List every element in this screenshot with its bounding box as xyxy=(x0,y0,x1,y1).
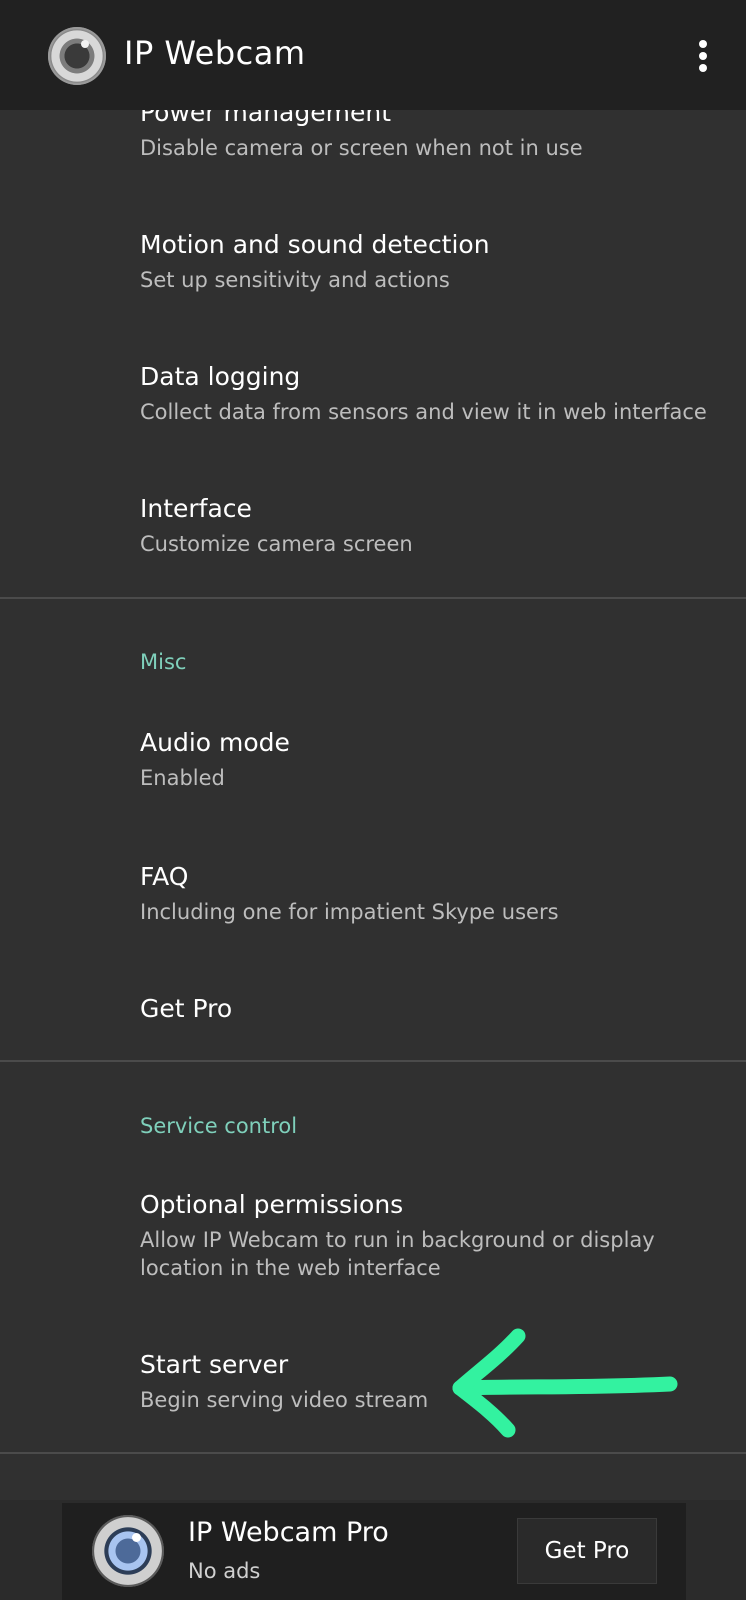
pref-title: Interface xyxy=(140,494,252,523)
ad-banner[interactable]: IP Webcam Pro No ads Get Pro xyxy=(62,1503,686,1600)
pref-audio-mode[interactable]: Audio mode Enabled xyxy=(0,718,746,818)
pref-title: Audio mode xyxy=(140,728,290,757)
pref-summary: Customize camera screen xyxy=(140,532,413,556)
section-divider xyxy=(0,597,746,599)
get-pro-button[interactable]: Get Pro xyxy=(517,1518,657,1584)
pref-summary: Set up sensitivity and actions xyxy=(140,268,450,292)
category-misc: Misc xyxy=(140,650,187,674)
pref-summary: Including one for impatient Skype users xyxy=(140,900,559,924)
pref-summary: Allow IP Webcam to run in background or … xyxy=(140,1228,655,1280)
app-title: IP Webcam xyxy=(124,34,306,72)
app-toolbar: IP Webcam xyxy=(0,0,746,110)
ad-title: IP Webcam Pro xyxy=(188,1517,389,1548)
pref-summary: Collect data from sensors and view it in… xyxy=(140,400,707,424)
pref-start-server[interactable]: Start server Begin serving video stream xyxy=(0,1340,746,1440)
pref-data-logging[interactable]: Data logging Collect data from sensors a… xyxy=(0,352,746,462)
pref-summary: Begin serving video stream xyxy=(140,1388,429,1412)
pref-interface[interactable]: Interface Customize camera screen xyxy=(0,484,746,584)
pref-summary: Enabled xyxy=(140,766,225,790)
ad-subtitle: No ads xyxy=(188,1559,261,1583)
pref-motion-detection[interactable]: Motion and sound detection Set up sensit… xyxy=(0,220,746,330)
pref-title: Motion and sound detection xyxy=(140,230,490,259)
pref-title: Start server xyxy=(140,1350,289,1379)
camera-lens-icon xyxy=(48,27,106,85)
more-vert-icon[interactable] xyxy=(686,38,720,74)
pref-get-pro[interactable]: Get Pro xyxy=(0,982,746,1052)
pref-title: FAQ xyxy=(140,862,189,891)
pref-faq[interactable]: FAQ Including one for impatient Skype us… xyxy=(0,852,746,952)
pref-title: Data logging xyxy=(140,362,301,391)
pref-summary: Disable camera or screen when not in use xyxy=(140,136,583,160)
section-divider xyxy=(0,1452,746,1454)
pref-title: Get Pro xyxy=(140,994,233,1023)
pref-optional-permissions[interactable]: Optional permissions Allow IP Webcam to … xyxy=(0,1180,746,1300)
camera-lens-icon xyxy=(92,1515,164,1587)
pref-title: Optional permissions xyxy=(140,1190,404,1219)
settings-screen: IP Webcam Power management Disable camer… xyxy=(0,0,746,1600)
section-divider xyxy=(0,1060,746,1062)
category-service-control: Service control xyxy=(140,1114,298,1138)
